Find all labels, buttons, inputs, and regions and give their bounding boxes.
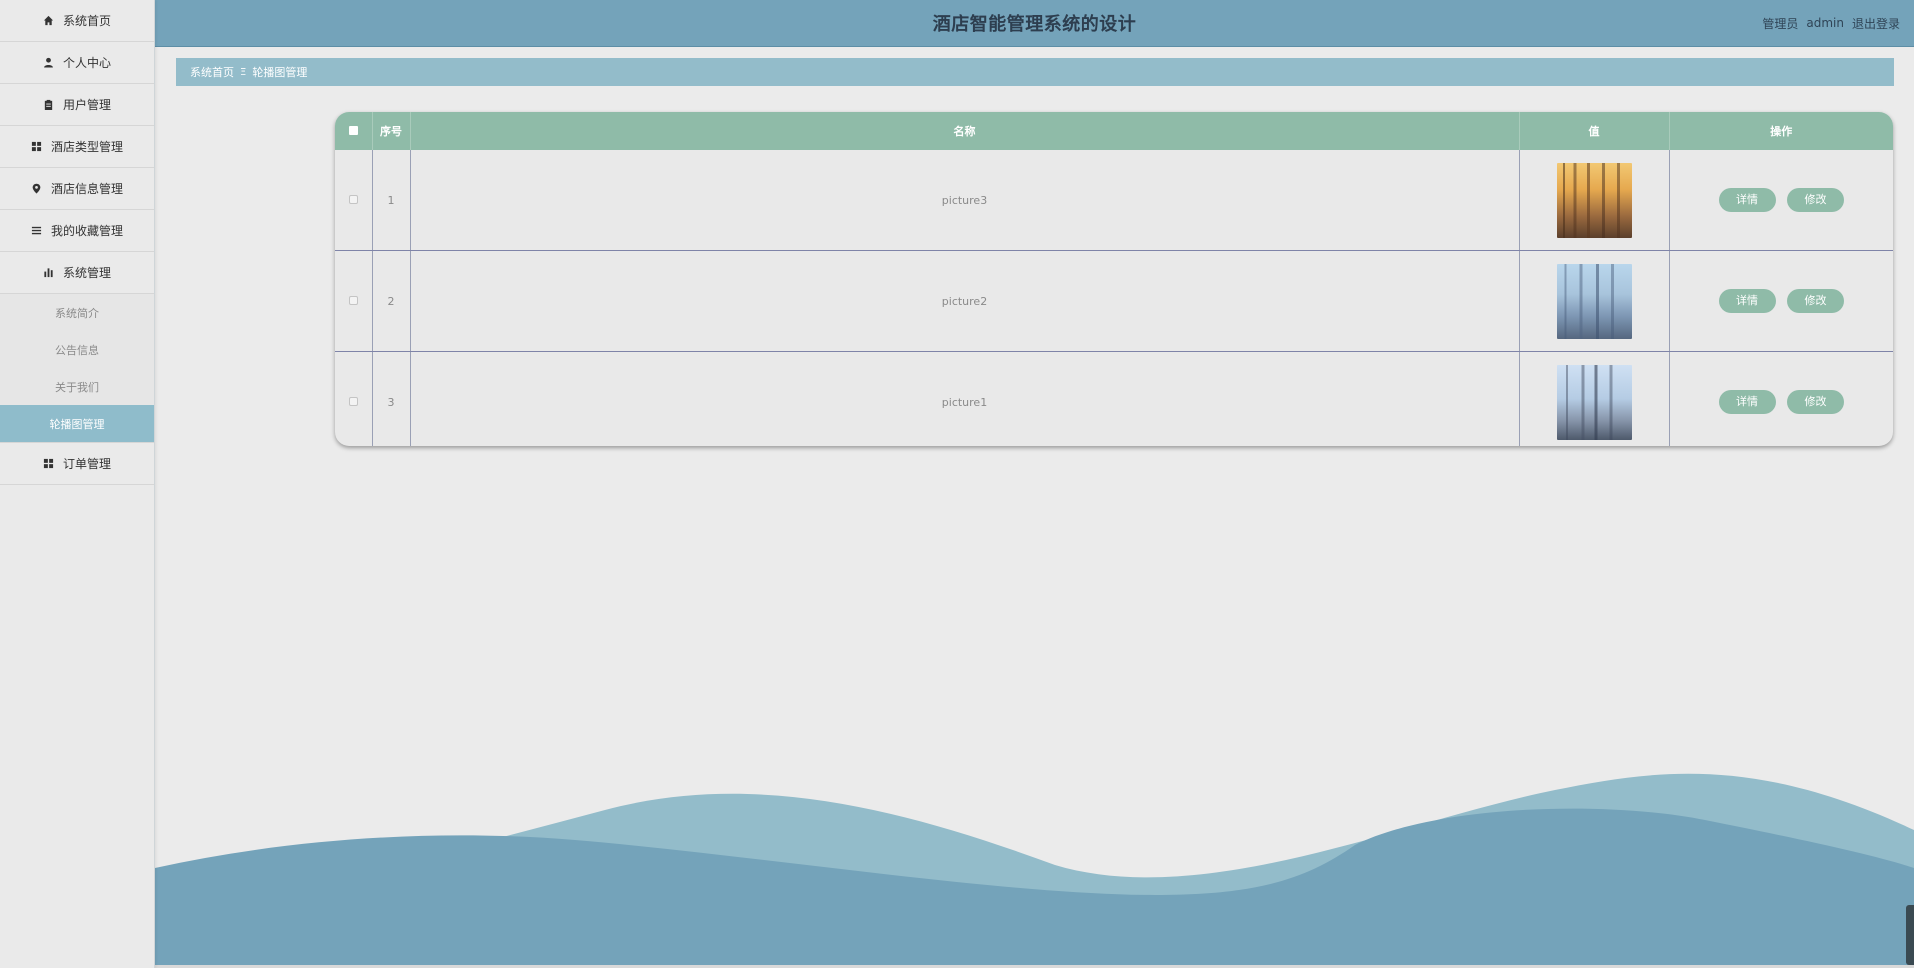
select-all-checkbox[interactable] xyxy=(335,112,373,150)
row-index: 2 xyxy=(372,250,411,352)
thumbnail-image[interactable] xyxy=(1556,263,1632,339)
thumbnail-image[interactable] xyxy=(1556,162,1632,238)
header-user-area: 管理员 admin 退出登录 xyxy=(1762,0,1900,46)
breadcrumb-separator: Ξ xyxy=(240,66,247,78)
sidebar-item-home[interactable]: 系统首页 xyxy=(0,0,154,42)
edit-button[interactable]: 修改 xyxy=(1787,188,1844,212)
sidebar-item-system[interactable]: 系统管理 xyxy=(0,252,154,294)
grid-icon xyxy=(43,458,55,470)
row-name: picture3 xyxy=(410,150,1520,251)
row-index: 3 xyxy=(372,351,411,446)
detail-button[interactable]: 详情 xyxy=(1718,188,1776,212)
username: admin xyxy=(1806,16,1844,30)
column-header-index: 序号 xyxy=(372,112,411,150)
clipboard-icon xyxy=(43,99,55,111)
table-row: 1 picture3 详情 修改 xyxy=(335,150,1893,251)
sidebar-item-orders[interactable]: 订单管理 xyxy=(0,443,154,485)
submenu-item-about[interactable]: 关于我们 xyxy=(0,368,154,405)
sidebar-item-label: 系统管理 xyxy=(62,266,111,280)
row-checkbox[interactable] xyxy=(348,396,358,406)
location-icon xyxy=(31,183,43,195)
breadcrumb: 系统首页 Ξ 轮播图管理 xyxy=(176,58,1894,86)
column-header-name: 名称 xyxy=(410,112,1520,150)
submenu-item-notice[interactable]: 公告信息 xyxy=(0,331,154,368)
table-header-row: 序号 名称 值 操作 xyxy=(335,112,1893,150)
sidebar-item-label: 系统首页 xyxy=(62,14,111,28)
sidebar-item-favorites[interactable]: 我的收藏管理 xyxy=(0,210,154,252)
row-index: 1 xyxy=(372,150,411,251)
sidebar-item-profile[interactable]: 个人中心 xyxy=(0,42,154,84)
row-checkbox[interactable] xyxy=(348,194,358,204)
breadcrumb-current: 轮播图管理 xyxy=(252,66,308,79)
sidebar: 系统首页 个人中心 用户管理 酒店类型管理 酒店信息管理 我的收藏管理 系统管理… xyxy=(0,0,155,968)
sidebar-item-label: 订单管理 xyxy=(62,457,111,471)
carousel-table: 序号 名称 值 操作 1 picture3 详情 修改 2 picture2 详… xyxy=(335,112,1893,446)
sidebar-item-label: 个人中心 xyxy=(62,56,111,70)
sidebar-item-hotel-info[interactable]: 酒店信息管理 xyxy=(0,168,154,210)
detail-button[interactable]: 详情 xyxy=(1718,390,1776,414)
row-name: picture1 xyxy=(410,351,1520,446)
row-name: picture2 xyxy=(410,250,1520,352)
side-scroll-handle[interactable] xyxy=(1906,905,1914,965)
user-role: 管理员 xyxy=(1762,16,1799,31)
user-icon xyxy=(43,57,55,69)
sidebar-item-label: 我的收藏管理 xyxy=(50,224,123,238)
system-submenu: 系统简介 公告信息 关于我们 轮播图管理 xyxy=(0,294,154,443)
submenu-item-carousel[interactable]: 轮播图管理 xyxy=(0,405,154,442)
submenu-item-intro[interactable]: 系统简介 xyxy=(0,294,154,331)
grid-icon xyxy=(31,141,43,153)
sidebar-item-label: 酒店信息管理 xyxy=(50,182,123,196)
background-waves xyxy=(155,773,1914,968)
sidebar-item-hotel-types[interactable]: 酒店类型管理 xyxy=(0,126,154,168)
table-row: 2 picture2 详情 修改 xyxy=(335,250,1893,352)
table-row: 3 picture1 详情 修改 xyxy=(335,351,1893,446)
app-title: 酒店智能管理系统的设计 xyxy=(932,14,1137,35)
top-header: 酒店智能管理系统的设计 管理员 admin 退出登录 xyxy=(155,0,1914,47)
edit-button[interactable]: 修改 xyxy=(1787,289,1844,313)
logout-link[interactable]: 退出登录 xyxy=(1852,15,1900,32)
detail-button[interactable]: 详情 xyxy=(1718,289,1776,313)
sidebar-item-users[interactable]: 用户管理 xyxy=(0,84,154,126)
column-header-actions: 操作 xyxy=(1669,112,1893,150)
column-header-value: 值 xyxy=(1519,112,1670,150)
edit-button[interactable]: 修改 xyxy=(1787,390,1844,414)
bar-chart-icon xyxy=(43,267,55,279)
row-checkbox[interactable] xyxy=(348,295,358,305)
sidebar-item-label: 酒店类型管理 xyxy=(50,140,123,154)
list-icon xyxy=(31,225,43,237)
breadcrumb-home[interactable]: 系统首页 xyxy=(190,64,234,80)
home-icon xyxy=(43,15,55,27)
sidebar-item-label: 用户管理 xyxy=(62,98,111,112)
thumbnail-image[interactable] xyxy=(1556,364,1632,440)
